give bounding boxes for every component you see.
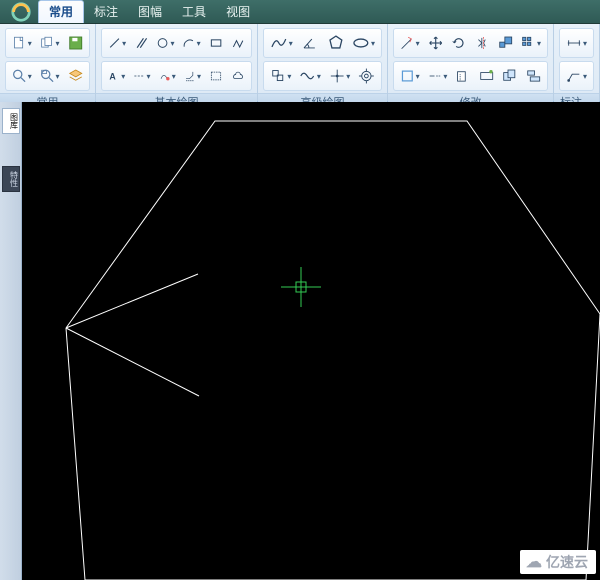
- hatch-tool[interactable]: ▾: [156, 64, 179, 88]
- menubar: 常用 标注 图幅 工具 视图: [0, 0, 600, 24]
- tab-view[interactable]: 视图: [216, 1, 260, 23]
- scale-tool[interactable]: [495, 31, 516, 55]
- mirror-tool[interactable]: [472, 31, 493, 55]
- tab-tools[interactable]: 工具: [172, 1, 216, 23]
- panel-modify: ▾ ▾ ▾ ▾ 修改: [388, 24, 554, 101]
- watermark: ☁ 亿速云: [520, 550, 596, 574]
- angle-tool[interactable]: [298, 31, 322, 55]
- stretch-tool[interactable]: [476, 64, 497, 88]
- tab-frame[interactable]: 图幅: [128, 1, 172, 23]
- centerline-tool[interactable]: ▾: [130, 64, 153, 88]
- dimension-tool[interactable]: ▾: [563, 31, 590, 55]
- line-tool[interactable]: ▾: [105, 31, 129, 55]
- text-tool[interactable]: A▾: [105, 64, 128, 88]
- parallel-tool[interactable]: [131, 31, 151, 55]
- panel-basic-draw: ▾ ▾ ▾ A▾ ▾ ▾ ▾ 基本绘图: [96, 24, 258, 101]
- spline-tool[interactable]: ▾: [267, 31, 296, 55]
- rectangle-tool[interactable]: [206, 31, 226, 55]
- crosshair-cursor: [281, 267, 321, 307]
- gear-tool[interactable]: [355, 64, 378, 88]
- chamfer-tool[interactable]: ▾: [181, 64, 204, 88]
- move-tool[interactable]: [425, 31, 446, 55]
- fillet-tool[interactable]: ▾: [425, 64, 451, 88]
- ribbon: ▾ ▾ ▾ ▾ 常用 ▾ ▾ ▾: [0, 24, 600, 102]
- block-tool[interactable]: ▾: [267, 64, 294, 88]
- array-tool[interactable]: ▾: [518, 31, 544, 55]
- arc-tool[interactable]: ▾: [179, 31, 203, 55]
- drawing-canvas[interactable]: [22, 102, 600, 580]
- hexagon-shape: [66, 121, 600, 580]
- polyline-tool[interactable]: [228, 31, 248, 55]
- extend-tool[interactable]: ▾: [397, 64, 423, 88]
- side-tab-properties[interactable]: 特性: [2, 166, 20, 192]
- copy-mod-tool[interactable]: [499, 64, 520, 88]
- copy-button[interactable]: ▾: [37, 31, 63, 55]
- cloud-icon: ☁: [526, 552, 542, 572]
- point-tool[interactable]: ▾: [326, 64, 353, 88]
- break-tool[interactable]: [206, 64, 226, 88]
- layers-button[interactable]: [65, 64, 86, 88]
- cloud-tool[interactable]: [228, 64, 248, 88]
- offset-tool[interactable]: [452, 64, 473, 88]
- inner-line-2: [66, 328, 199, 396]
- watermark-text: 亿速云: [546, 552, 588, 572]
- app-logo: [4, 1, 38, 23]
- left-sidebar: 图库 特性: [0, 102, 22, 580]
- panel-annotate: ▾ ▾ 标注: [554, 24, 600, 101]
- svg-text:A: A: [109, 71, 116, 81]
- align-tool[interactable]: [523, 64, 544, 88]
- new-button[interactable]: ▾: [9, 31, 35, 55]
- panel-advanced-draw: ▾ ▾ ▾ ▾ ▾ 高级绘图: [258, 24, 388, 101]
- ellipse-tool[interactable]: ▾: [349, 31, 378, 55]
- circle-tool[interactable]: ▾: [153, 31, 177, 55]
- panel-common: ▾ ▾ ▾ ▾ 常用: [0, 24, 96, 101]
- workspace: 图库 特性: [0, 102, 600, 580]
- rotate-tool[interactable]: [448, 31, 469, 55]
- trim-tool[interactable]: ▾: [397, 31, 423, 55]
- zoom-button[interactable]: ▾: [9, 64, 35, 88]
- tab-common[interactable]: 常用: [38, 0, 84, 23]
- polygon-tool[interactable]: [324, 31, 348, 55]
- tab-annotate[interactable]: 标注: [84, 1, 128, 23]
- save-button[interactable]: [65, 31, 86, 55]
- wave-tool[interactable]: ▾: [296, 64, 323, 88]
- zoom-extents-button[interactable]: ▾: [37, 64, 63, 88]
- leader-tool[interactable]: ▾: [563, 64, 590, 88]
- side-tab-library[interactable]: 图库: [2, 108, 20, 134]
